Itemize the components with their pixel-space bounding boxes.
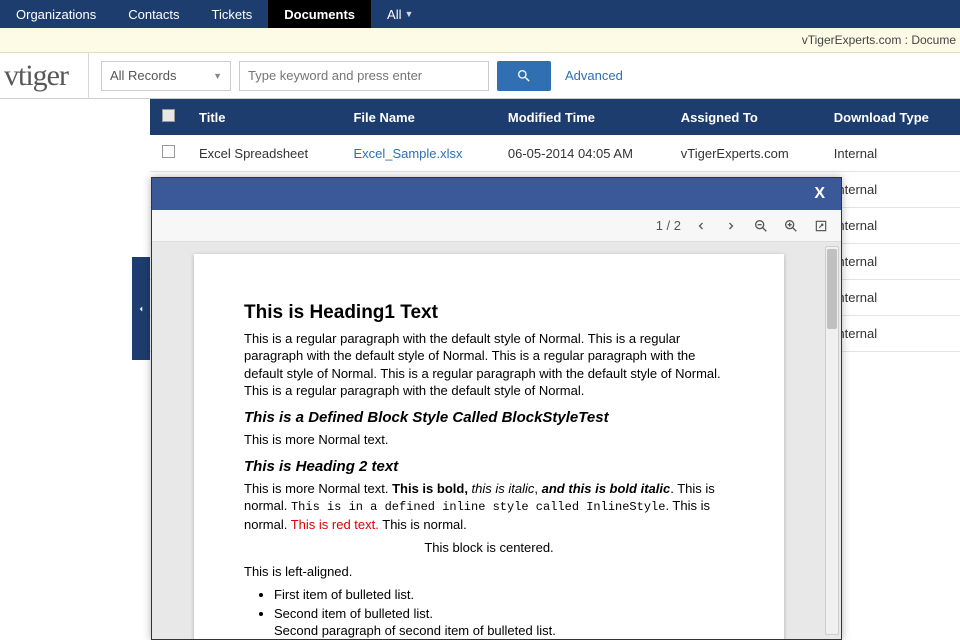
header-title[interactable]: Title [187,99,341,135]
header-assigned[interactable]: Assigned To [669,99,822,135]
scope-select-label: All Records [110,68,176,83]
italic-text: this is italic [472,481,535,496]
bold-text: This is bold, [392,481,471,496]
top-nav: Organizations Contacts Tickets Documents… [0,0,960,28]
header-filename[interactable]: File Name [341,99,495,135]
preview-body: This is Heading1 Text This is a regular … [152,242,841,639]
doc-centered: This block is centered. [244,539,734,557]
nav-organizations[interactable]: Organizations [0,0,112,28]
doc-bullet-list: First item of bulleted list. Second item… [274,586,734,639]
page-indicator: 1 / 2 [656,218,681,233]
text: , [534,481,541,496]
nav-contacts[interactable]: Contacts [112,0,195,28]
red-text: This is red text. [291,517,379,532]
bold-italic-text: and this is bold italic [542,481,671,496]
scope-select[interactable]: All Records ▼ [101,61,231,91]
next-page-button[interactable] [721,216,741,236]
text: This is more Normal text. [244,481,392,496]
advanced-link[interactable]: Advanced [565,68,623,83]
cell-download: Internal [822,316,960,352]
doc-paragraph: This is more Normal text. [244,431,734,449]
preview-page: This is Heading1 Text This is a regular … [194,254,784,639]
zoom-out-icon [753,218,769,234]
chevron-down-icon: ▼ [404,9,413,19]
cell-modified: 06-05-2014 04:05 AM [496,135,669,172]
list-item: First item of bulleted list. [274,586,734,604]
doc-paragraph: This is more Normal text. This is bold, … [244,480,734,533]
close-button[interactable]: X [808,185,831,203]
cell-download: Internal [822,280,960,316]
doc-heading2: This is Heading 2 text [244,457,734,477]
text: Second paragraph of second item of bulle… [274,623,556,638]
search-input[interactable] [239,61,489,91]
select-all-checkbox[interactable] [162,109,175,122]
prev-page-button[interactable] [691,216,711,236]
doc-blockstyle-heading: This is a Defined Block Style Called Blo… [244,408,734,428]
zoom-out-button[interactable] [751,216,771,236]
chevron-down-icon: ▼ [213,71,222,81]
chevron-right-icon [725,220,737,232]
popout-button[interactable] [811,216,831,236]
cell-assigned: vTigerExperts.com [669,135,822,172]
doc-heading1: This is Heading1 Text [244,300,734,326]
text: This is normal. [379,517,467,532]
chevron-left-icon [695,220,707,232]
breadcrumb: vTigerExperts.com : Docume [802,33,956,47]
row-checkbox[interactable] [162,145,175,158]
table-row[interactable]: Excel Spreadsheet Excel_Sample.xlsx 06-0… [150,135,960,172]
cell-filename-link[interactable]: Excel_Sample.xlsx [353,146,462,161]
preview-toolbar: 1 / 2 [152,210,841,242]
sidebar-collapse-button[interactable] [132,257,150,360]
toolbar: vtiger All Records ▼ Advanced [0,53,960,99]
cell-download: Internal [822,244,960,280]
zoom-in-button[interactable] [781,216,801,236]
text: Second item of bulleted list. [274,606,433,621]
logo: vtiger [0,59,88,93]
zoom-in-icon [783,218,799,234]
divider [88,53,89,99]
preview-header: X [152,178,841,210]
nav-all[interactable]: All▼ [371,0,429,28]
search-icon [516,68,532,84]
list-item: Second item of bulleted list. Second para… [274,605,734,639]
header-checkbox-cell [150,99,187,135]
breadcrumb-bar: vTigerExperts.com : Docume [0,28,960,53]
doc-left-aligned: This is left-aligned. [244,563,734,581]
cell-download: Internal [822,208,960,244]
header-modified[interactable]: Modified Time [496,99,669,135]
cell-download: Internal [822,172,960,208]
header-download[interactable]: Download Type [822,99,960,135]
popout-icon [814,219,828,233]
cell-download: Internal [822,135,960,172]
chevron-left-icon [136,302,146,316]
cell-title: Excel Spreadsheet [187,135,341,172]
nav-all-label: All [387,7,401,22]
nav-tickets[interactable]: Tickets [196,0,269,28]
search-button[interactable] [497,61,551,91]
preview-scrollbar[interactable] [825,246,839,635]
nav-documents[interactable]: Documents [268,0,371,28]
scrollbar-thumb[interactable] [827,249,837,329]
document-preview-modal: X 1 / 2 This is Heading1 Text This is a … [151,177,842,640]
mono-text: This is in a defined inline style called… [291,500,665,514]
doc-paragraph: This is a regular paragraph with the def… [244,330,734,400]
